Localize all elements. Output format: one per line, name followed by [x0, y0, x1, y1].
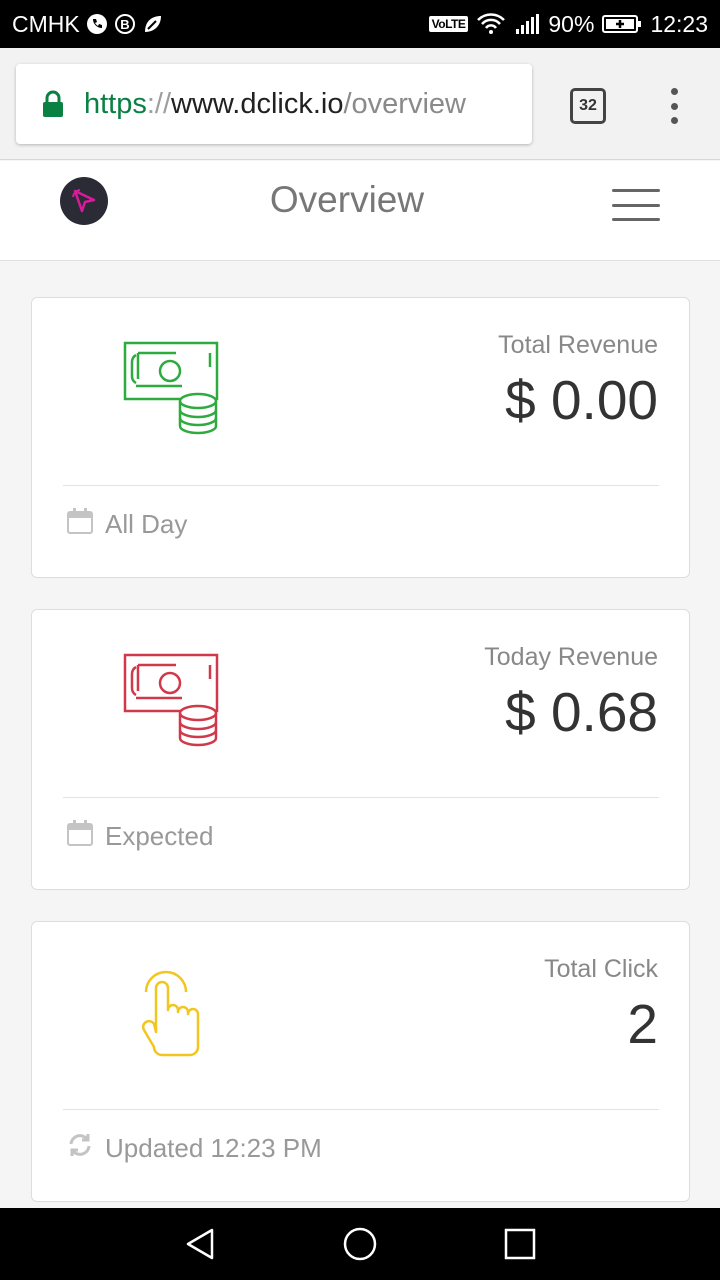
- card-footer: Updated 12:23 PM: [67, 1132, 322, 1165]
- clock: 12:23: [650, 10, 708, 37]
- total-revenue-card: Total Revenue $ 0.00 All Day: [31, 297, 690, 578]
- system-nav-bar: [0, 1208, 720, 1280]
- card-footer: Expected: [67, 820, 213, 853]
- card-footer-text: Updated 12:23 PM: [105, 1133, 322, 1163]
- calendar-icon: [67, 820, 93, 853]
- lock-icon: [42, 90, 64, 118]
- hand-pointer-icon: [122, 962, 222, 1062]
- dot-icon: [670, 102, 678, 110]
- svg-text:B: B: [120, 17, 129, 32]
- browser-toolbar: https://www.dclick.io/overview 32: [0, 48, 720, 160]
- card-footer-text: All Day: [105, 509, 188, 539]
- volte-badge: VoLTE: [428, 16, 469, 32]
- recents-button[interactable]: [502, 1226, 538, 1262]
- money-icon: [122, 338, 222, 438]
- page-title: Overview: [269, 179, 425, 220]
- url-host: www.dclick.io: [171, 87, 344, 120]
- signal-icon: [514, 13, 540, 35]
- card-label: Today Revenue: [484, 643, 658, 671]
- b-notification-icon: B: [114, 13, 136, 35]
- total-click-card: Total Click 2 Updated 12:23 PM: [31, 921, 690, 1202]
- card-footer-text: Expected: [105, 821, 214, 851]
- menu-line: [612, 203, 660, 207]
- wifi-icon: [476, 12, 506, 36]
- menu-toggle-button[interactable]: [612, 189, 660, 221]
- battery-percent: 90%: [548, 10, 595, 37]
- calendar-icon: [67, 508, 93, 541]
- money-icon: [122, 650, 222, 750]
- card-value: $ 0.68: [505, 681, 658, 743]
- tab-switcher-button[interactable]: 32: [570, 88, 606, 124]
- status-right: VoLTE 90% 12:23: [428, 10, 708, 38]
- card-footer: All Day: [67, 508, 187, 541]
- card-value: $ 0.00: [505, 369, 658, 431]
- app-header: Overview: [0, 161, 720, 261]
- menu-line: [612, 218, 660, 221]
- battery-charging-icon: [602, 13, 642, 35]
- home-button[interactable]: [342, 1226, 378, 1262]
- leaf-notification-icon: [142, 13, 164, 35]
- back-button[interactable]: [182, 1226, 218, 1262]
- url-path: /overview: [343, 87, 466, 120]
- divider: [63, 485, 659, 486]
- status-bar: CMHK B VoLTE 90% 12:23: [0, 0, 720, 48]
- refresh-icon[interactable]: [67, 1132, 93, 1165]
- card-value: 2: [627, 993, 658, 1055]
- phone-icon: [86, 13, 108, 35]
- dot-icon: [670, 117, 678, 124]
- card-label: Total Revenue: [498, 331, 658, 359]
- card-label: Total Click: [544, 955, 658, 983]
- address-bar[interactable]: https://www.dclick.io/overview: [16, 64, 532, 144]
- today-revenue-card: Today Revenue $ 0.68 Expected: [31, 609, 690, 890]
- divider: [63, 797, 659, 798]
- url-separator: ://: [146, 87, 172, 120]
- url-scheme: https: [84, 87, 147, 120]
- status-left: CMHK B: [12, 11, 164, 38]
- menu-line: [612, 189, 660, 192]
- browser-menu-button[interactable]: [664, 86, 684, 126]
- carrier-label: CMHK: [12, 10, 80, 37]
- dot-icon: [670, 88, 678, 95]
- divider: [63, 1109, 659, 1110]
